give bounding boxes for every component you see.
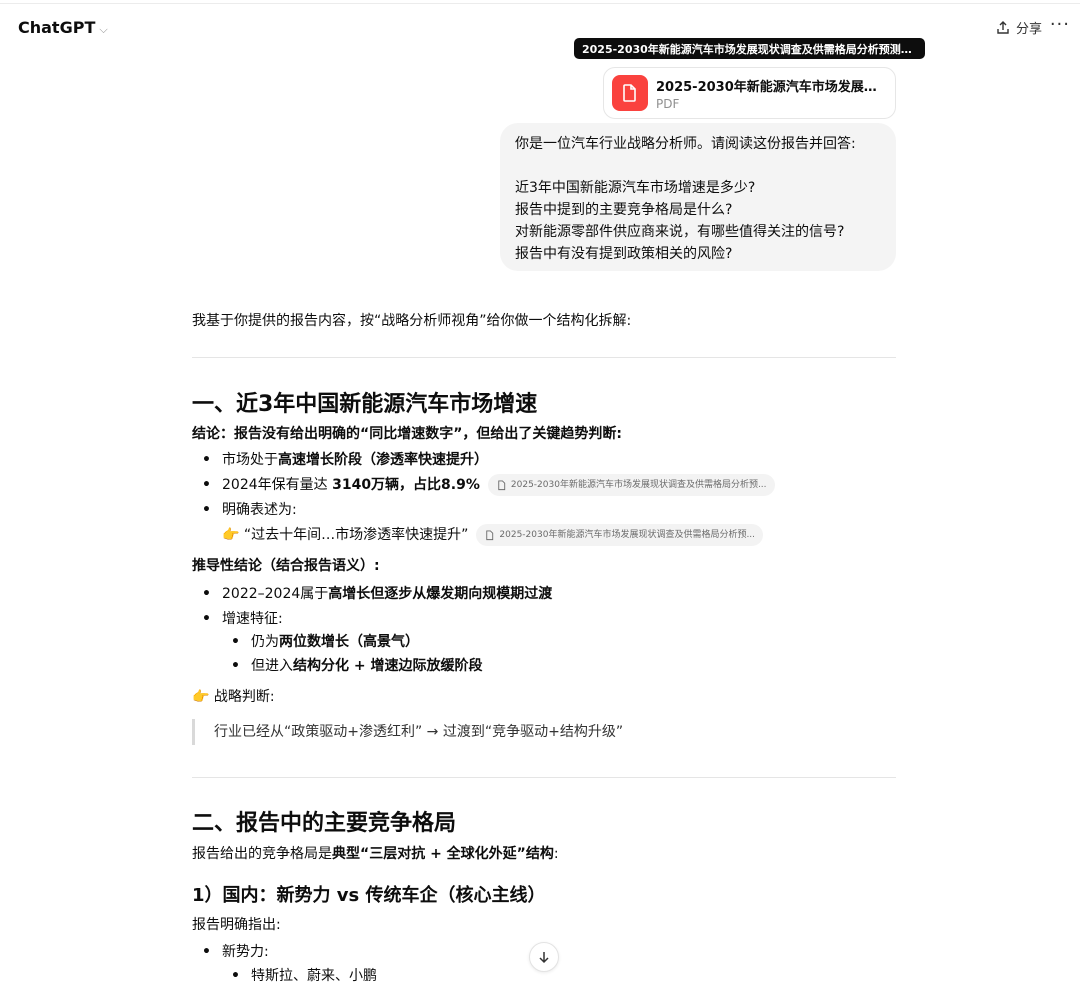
quote-line: 👉 “过去十年间…市场渗透率快速提升” 2025-2030年新能源汽车市场发展现状…	[222, 524, 764, 546]
file-name-tooltip: 2025-2030年新能源汽车市场发展现状调查及供需格局分析预测报...	[574, 38, 925, 59]
document-icon	[486, 529, 494, 540]
user-message-line: 对新能源零部件供应商来说，有哪些值得关注的信号?	[515, 224, 845, 240]
list-item: 仍为两位数增长（高景气）	[231, 631, 419, 653]
app-title: ChatGPT	[18, 18, 96, 37]
share-button[interactable]: 分享	[995, 18, 1042, 37]
more-options-button[interactable]: ···	[1050, 14, 1070, 35]
attachment-type: PDF	[656, 96, 680, 111]
attachment-name: 2025-2030年新能源汽车市场发展现...	[656, 79, 882, 95]
list-item: 2022–2024属于高增长但逐步从爆发期向规模期过渡	[202, 583, 552, 605]
derived-heading: 推导性结论（结合报告语义）:	[192, 558, 380, 574]
scroll-to-bottom-button[interactable]	[529, 942, 559, 972]
divider	[192, 777, 896, 778]
list-item: 市场处于高速增长阶段（渗透率快速提升）	[202, 449, 488, 471]
section-heading: 一、近3年中国新能源汽车市场增速	[192, 392, 538, 417]
list-item: 特斯拉、蔚来、小鹏	[231, 965, 377, 987]
list-item: 但进入结构分化 + 增速边际放缓阶段	[231, 655, 483, 677]
subsection-heading: 1）国内：新势力 vs 传统车企（核心主线）	[192, 885, 546, 906]
section-intro: 报告给出的竞争格局是典型“三层对抗 + 全球化外延”结构:	[192, 846, 559, 862]
user-message-line: 报告中有没有提到政策相关的风险?	[515, 246, 733, 262]
blockquote: 行业已经从“政策驱动+渗透红利” → 过渡到“竞争驱动+结构升级”	[192, 719, 623, 745]
share-label: 分享	[1015, 22, 1042, 37]
user-message-line: 你是一位汽车行业战略分析师。请阅读这份报告并回答:	[515, 136, 856, 152]
list-item: 新势力:	[202, 941, 269, 963]
model-selector[interactable]: ChatGPT ⌵	[18, 18, 108, 37]
chevron-down-icon: ⌵	[99, 23, 108, 36]
conclusion-text: 结论：报告没有给出明确的“同比增速数字”，但给出了关键趋势判断:	[192, 426, 622, 442]
user-message: 你是一位汽车行业战略分析师。请阅读这份报告并回答: 近3年中国新能源汽车市场增速…	[500, 123, 896, 271]
section-heading: 二、报告中的主要竞争格局	[192, 811, 457, 836]
user-message-line: 近3年中国新能源汽车市场增速是多少?	[515, 180, 756, 196]
strategy-label: 👉 战略判断:	[192, 689, 275, 705]
list-item: 明确表述为:	[202, 499, 297, 521]
share-icon	[997, 20, 1009, 34]
list-item: 2024年保有量达 3140万辆，占比8.9%2025-2030年新能源汽车市场…	[202, 474, 775, 496]
answer-intro: 我基于你提供的报告内容，按“战略分析师视角”给你做一个结构化拆解:	[192, 313, 632, 329]
divider	[192, 357, 896, 358]
document-icon	[498, 479, 506, 490]
top-border	[0, 0, 1080, 4]
document-icon	[612, 75, 648, 111]
attachment-card[interactable]: 2025-2030年新能源汽车市场发展现... PDF	[603, 67, 896, 119]
user-message-line: 报告中提到的主要竞争格局是什么?	[515, 202, 733, 218]
arrow-down-icon	[539, 952, 549, 964]
citation-chip[interactable]: 2025-2030年新能源汽车市场发展现状调查及供需格局分析预...	[487, 474, 775, 496]
paragraph: 报告明确指出:	[192, 917, 281, 933]
citation-chip[interactable]: 2025-2030年新能源汽车市场发展现状调查及供需格局分析预...	[476, 524, 764, 546]
list-item: 增速特征:	[202, 608, 283, 630]
